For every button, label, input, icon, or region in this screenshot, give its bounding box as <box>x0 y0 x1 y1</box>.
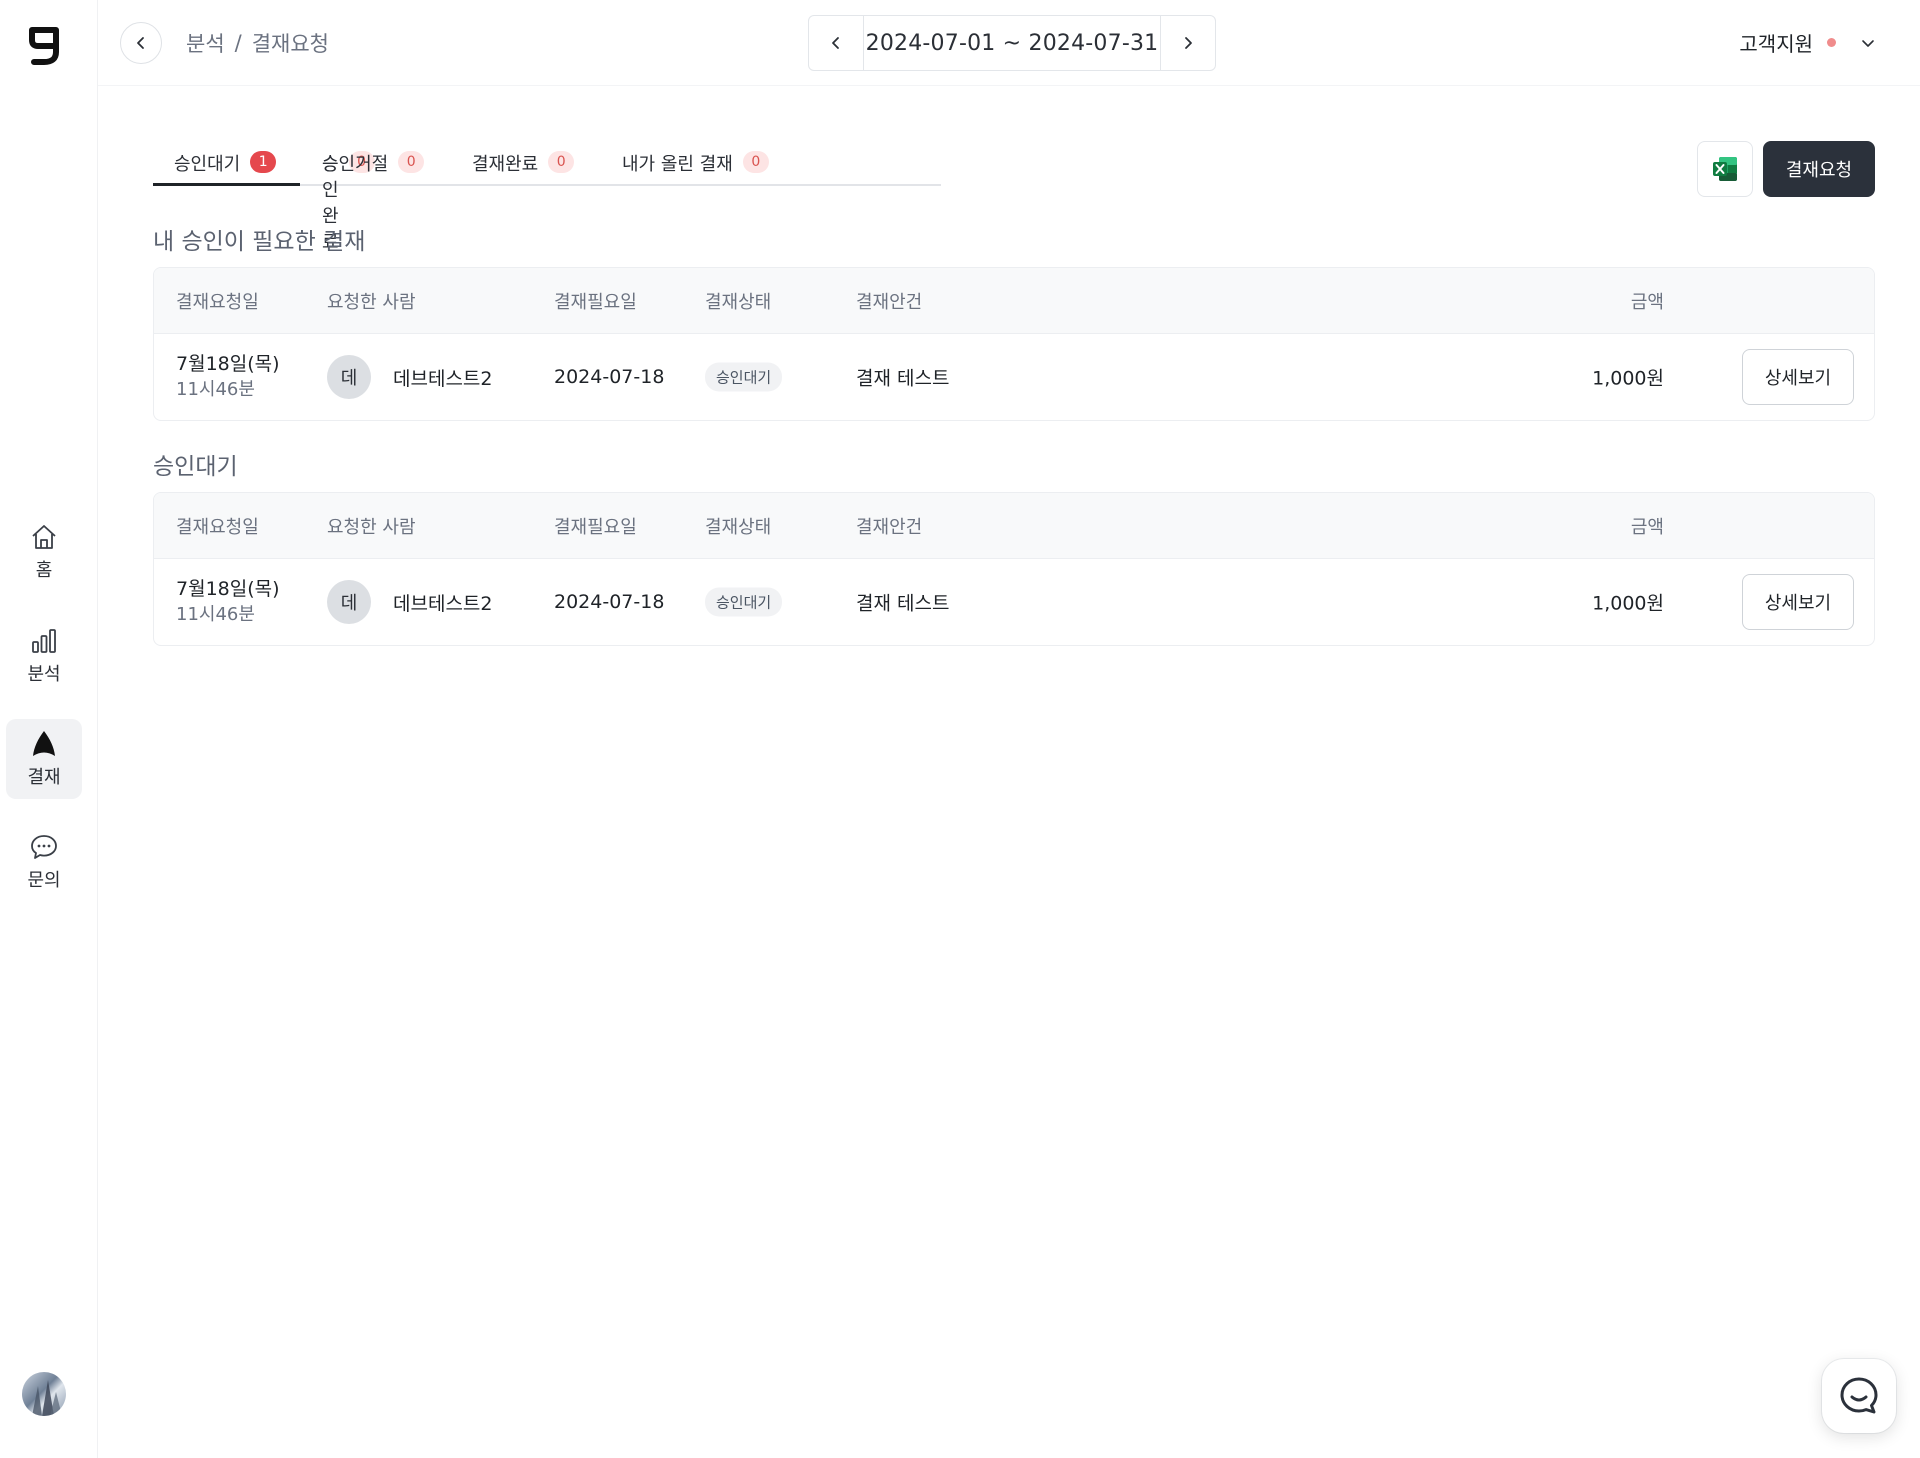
table-header: 결재요청일 요청한 사람 결재필요일 결재상태 결재안건 금액 <box>154 493 1874 559</box>
date-range-display[interactable]: 2024-07-01 ~ 2024-07-31 <box>864 16 1160 70</box>
breadcrumb-separator: / <box>234 31 242 55</box>
row-time: 11시46분 <box>176 604 255 625</box>
view-detail-button[interactable]: 상세보기 <box>1742 349 1854 405</box>
tab-count-badge: 0 <box>742 151 769 173</box>
row-subject: 결재 테스트 <box>856 592 950 615</box>
support-label: 고객지원 <box>1739 32 1813 56</box>
breadcrumb-item-approval-request: 결재요청 <box>251 32 329 56</box>
tab-approved[interactable]: 승인완료 0 <box>153 140 375 253</box>
chat-bubble-icon <box>31 835 57 859</box>
row-time: 11시46분 <box>176 379 255 400</box>
col-due-date: 결재필요일 <box>554 291 637 313</box>
chevron-left-icon <box>137 37 144 49</box>
tab-count-badge: 0 <box>398 151 425 173</box>
row-due-date: 2024-07-18 <box>554 366 665 388</box>
sidebar-item-label: 문의 <box>27 870 61 891</box>
approval-request-button[interactable]: 결재요청 <box>1763 141 1875 197</box>
sidebar-item-inquiry[interactable]: 문의 <box>6 822 82 902</box>
customer-support-menu[interactable]: 고객지원 <box>1739 28 1876 57</box>
col-subject: 결재안건 <box>856 291 923 313</box>
approval-table-pending: 결재요청일 요청한 사람 결재필요일 결재상태 결재안건 금액 7월18일(목)… <box>153 492 1875 646</box>
requester-avatar: 데 <box>327 580 371 624</box>
row-amount: 1,000원 <box>1592 367 1664 390</box>
excel-icon <box>1713 157 1737 181</box>
approval-table-my: 결재요청일 요청한 사람 결재필요일 결재상태 결재안건 금액 7월18일(목)… <box>153 267 1875 421</box>
col-amount: 금액 <box>1630 291 1664 313</box>
status-badge: 승인대기 <box>705 587 783 617</box>
live-chat-button[interactable] <box>1822 1359 1896 1433</box>
table-header: 결재요청일 요청한 사람 결재필요일 결재상태 결재안건 금액 <box>154 268 1874 334</box>
col-requester: 요청한 사람 <box>327 516 416 538</box>
bar-chart-icon <box>32 629 56 653</box>
top-header: 분석 / 결재요청 2024-07-01 ~ 2024-07-31 고객지원 <box>98 0 1920 86</box>
chevron-left-icon <box>832 37 839 49</box>
view-detail-button[interactable]: 상세보기 <box>1742 574 1854 630</box>
row-date: 7월18일(목) <box>176 353 280 375</box>
home-icon <box>32 525 56 549</box>
sidebar-item-home[interactable]: 홈 <box>6 512 82 592</box>
row-requester: 데 데브테스트2 <box>327 355 493 399</box>
prev-period-button[interactable] <box>809 16 864 70</box>
app-logo-icon[interactable] <box>26 24 62 68</box>
row-request-date: 7월18일(목) 11시46분 <box>176 576 280 628</box>
requester-avatar: 데 <box>327 355 371 399</box>
tab-label: 승인거절 <box>322 154 389 175</box>
back-button[interactable] <box>120 22 162 64</box>
tab-count-badge: 0 <box>548 151 575 173</box>
breadcrumb-item-analysis[interactable]: 분석 <box>186 28 225 58</box>
sidebar-item-label: 결재 <box>27 767 61 788</box>
date-range-navigator: 2024-07-01 ~ 2024-07-31 <box>808 15 1216 71</box>
requester-name: 데브테스트2 <box>393 367 493 390</box>
sidebar-item-analysis[interactable]: 분석 <box>6 616 82 696</box>
col-request-date: 결재요청일 <box>176 291 259 313</box>
sidebar-item-approval[interactable]: 결재 <box>6 719 82 799</box>
approval-tabs: 승인대기 1 승인완료 0 승인거절 0 결재완료 0 내가 올린 결재 0 <box>153 140 941 253</box>
row-due-date: 2024-07-18 <box>554 591 665 613</box>
col-due-date: 결재필요일 <box>554 516 637 538</box>
excel-export-button[interactable] <box>1697 141 1753 197</box>
next-period-button[interactable] <box>1160 16 1215 70</box>
row-requester: 데 데브테스트2 <box>327 580 493 624</box>
tab-label: 결재완료 <box>472 154 539 175</box>
row-amount: 1,000원 <box>1592 592 1664 615</box>
chevron-right-icon <box>1185 37 1192 49</box>
tab-my-requests[interactable]: 내가 올린 결재 0 <box>622 140 802 186</box>
status-badge: 승인대기 <box>705 362 783 392</box>
section-title-pending: 승인대기 <box>153 454 238 480</box>
col-amount: 금액 <box>1630 516 1664 538</box>
table-row: 7월18일(목) 11시46분 데 데브테스트2 2024-07-18 승인대기… <box>154 334 1874 420</box>
row-date: 7월18일(목) <box>176 578 280 600</box>
tab-label: 내가 올린 결재 <box>622 154 733 175</box>
sidebar-item-label: 홈 <box>35 560 53 581</box>
approval-icon <box>33 731 55 756</box>
col-status: 결재상태 <box>705 516 772 538</box>
col-request-date: 결재요청일 <box>176 516 259 538</box>
col-status: 결재상태 <box>705 291 772 313</box>
breadcrumb: 분석 / 결재요청 <box>186 28 329 58</box>
chevron-down-icon <box>1862 39 1874 47</box>
requester-name: 데브테스트2 <box>393 592 493 615</box>
user-avatar[interactable] <box>22 1372 66 1416</box>
col-requester: 요청한 사람 <box>327 291 416 313</box>
row-request-date: 7월18일(목) 11시46분 <box>176 351 280 403</box>
tab-completed[interactable]: 결재완료 0 <box>472 140 622 186</box>
app-root: 홈 분석 결재 문의 분석 / 결재요청 2024-07-01 ~ 2024-0… <box>0 0 1920 1458</box>
table-row: 7월18일(목) 11시46분 데 데브테스트2 2024-07-18 승인대기… <box>154 559 1874 645</box>
chat-support-icon <box>1840 1377 1878 1414</box>
section-title-my-approvals: 내 승인이 필요한 결재 <box>153 229 366 255</box>
col-subject: 결재안건 <box>856 516 923 538</box>
sidebar-item-label: 분석 <box>27 664 61 685</box>
notification-dot <box>1827 38 1836 47</box>
tab-rejected[interactable]: 승인거절 0 <box>322 140 472 186</box>
row-subject: 결재 테스트 <box>856 367 950 390</box>
sidebar: 홈 분석 결재 문의 <box>0 0 98 1458</box>
